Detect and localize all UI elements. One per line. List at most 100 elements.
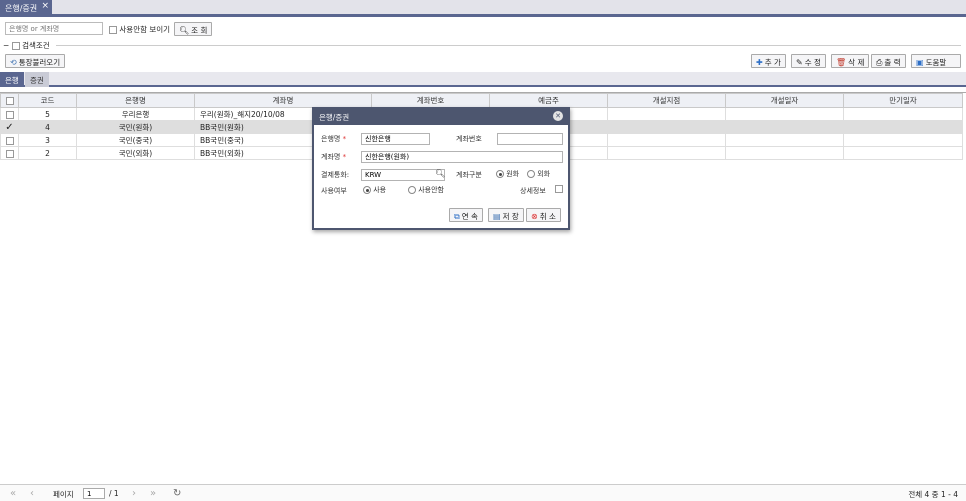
currency-label: 결제통화: xyxy=(321,171,350,179)
printer-icon: ⎙ xyxy=(876,58,883,67)
tab-label: 은행/증권 xyxy=(5,4,38,13)
add-button[interactable]: ✚ 추 가 xyxy=(751,54,786,68)
cell-code: 4 xyxy=(18,120,77,134)
collapse-icon: − xyxy=(3,41,10,50)
import-icon: ⟲ xyxy=(10,58,17,67)
cell-bank: 국민(중국) xyxy=(76,133,195,147)
bank-label: 은행명 * xyxy=(321,135,347,143)
cell-code: 3 xyxy=(18,133,77,147)
checkbox-icon[interactable] xyxy=(109,26,117,34)
cell-empty xyxy=(607,107,726,121)
top-tab-strip: 은행/증권 × xyxy=(0,0,966,17)
bank-dialog: 은행/증권 ✕ 은행명 * 계좌번호 계좌명 * 결제통화: 🔍︎ 계좌구분 원… xyxy=(312,107,570,230)
search-conditions[interactable]: − 검색조건 xyxy=(3,40,50,51)
divider xyxy=(56,45,961,46)
search-input[interactable] xyxy=(5,22,103,35)
toolbar: ⟲ 통장불러오기 ✚ 추 가 ✎ 수 정 🗑︎ 삭 제 ⎙ 출 력 ▣ 도움말 xyxy=(0,54,966,70)
edit-button[interactable]: ✎ 수 정 xyxy=(791,54,826,68)
tab-bank[interactable]: 은행 xyxy=(0,72,24,87)
last-page-icon[interactable]: » xyxy=(150,488,156,499)
account-no-label: 계좌번호 xyxy=(456,135,482,143)
trash-icon: 🗑︎ xyxy=(836,58,847,67)
cancel-icon: ⊗ xyxy=(531,212,538,221)
cell-empty xyxy=(607,133,726,147)
save-icon: ▤ xyxy=(493,212,501,221)
header-expiry-date[interactable]: 만기일자 xyxy=(843,93,963,108)
next-page-icon[interactable]: › xyxy=(132,488,136,499)
header-code[interactable]: 코드 xyxy=(18,93,77,108)
header-holder[interactable]: 예금주 xyxy=(489,93,608,108)
checkbox-icon[interactable] xyxy=(5,97,14,105)
header-branch[interactable]: 개설지점 xyxy=(607,93,726,108)
print-button[interactable]: ⎙ 출 력 xyxy=(871,54,906,68)
row-checkbox[interactable] xyxy=(0,133,19,147)
header-bank[interactable]: 은행명 xyxy=(76,93,195,108)
row-checkbox[interactable] xyxy=(0,107,19,121)
cell-empty xyxy=(843,107,963,121)
dialog-titlebar[interactable]: 은행/증권 ✕ xyxy=(314,109,568,125)
radio-icon[interactable] xyxy=(408,186,416,194)
account-name-label: 계좌명 * xyxy=(321,153,347,161)
delete-button[interactable]: 🗑︎ 삭 제 xyxy=(831,54,870,68)
close-icon[interactable]: ✕ xyxy=(553,111,563,121)
use-no-radio[interactable]: 사용안함 xyxy=(408,185,444,195)
first-page-icon[interactable]: « xyxy=(10,488,16,499)
checkbox-icon[interactable] xyxy=(5,136,14,145)
radio-selected-icon[interactable] xyxy=(496,170,504,178)
header-open-date[interactable]: 개설일자 xyxy=(725,93,844,108)
cancel-button[interactable]: ⊗ 취 소 xyxy=(526,208,561,222)
cell-empty xyxy=(607,120,726,134)
use-yes-radio[interactable]: 사용 xyxy=(363,185,386,195)
checkbox-icon[interactable] xyxy=(11,42,20,50)
checkbox-icon[interactable] xyxy=(5,110,14,119)
radio-selected-icon[interactable] xyxy=(363,186,371,194)
grid-header: 코드 은행명 계좌명 계좌번호 예금주 개설지점 개설일자 만기일자 xyxy=(0,93,963,108)
close-icon[interactable]: × xyxy=(41,1,49,11)
account-no-field[interactable] xyxy=(497,133,563,145)
continue-icon: ⧉ xyxy=(454,212,460,221)
cell-bank: 국민(원화) xyxy=(76,120,195,134)
dialog-title: 은행/증권 xyxy=(319,113,350,122)
continue-button[interactable]: ⧉ 연 속 xyxy=(449,208,483,222)
cell-empty xyxy=(725,107,844,121)
plus-icon: ✚ xyxy=(756,58,763,67)
checkbox-icon[interactable] xyxy=(555,185,563,193)
tab-bank-securities[interactable]: 은행/증권 × xyxy=(0,0,52,17)
page-input[interactable] xyxy=(83,488,105,499)
radio-icon[interactable] xyxy=(527,170,535,178)
page-label: 페이지 xyxy=(53,490,74,499)
detail-label: 상세정보 xyxy=(520,187,546,195)
cell-empty xyxy=(843,120,963,134)
prev-page-icon[interactable]: ‹ xyxy=(30,488,34,499)
header-select[interactable] xyxy=(0,93,19,108)
search-row: 사용안함 보이기 🔍︎조 회 xyxy=(5,22,305,36)
cell-empty xyxy=(843,133,963,147)
header-account-name[interactable]: 계좌명 xyxy=(194,93,372,108)
detail-checkbox[interactable] xyxy=(555,185,563,193)
account-type-label: 계좌구분 xyxy=(456,171,482,179)
account-name-field[interactable] xyxy=(361,151,563,163)
page-total: / 1 xyxy=(109,489,119,498)
help-icon: ▣ xyxy=(916,58,924,67)
row-checkbox[interactable]: ✓ xyxy=(0,120,19,134)
account-type-foreign-radio[interactable]: 외화 xyxy=(527,169,550,179)
search-icon[interactable]: 🔍︎ xyxy=(435,169,445,178)
account-type-won-radio[interactable]: 원화 xyxy=(496,169,519,179)
help-button[interactable]: ▣ 도움말 xyxy=(911,54,961,68)
cell-empty xyxy=(725,120,844,134)
show-unused-label: 사용안함 보이기 xyxy=(119,25,171,34)
checkbox-icon[interactable] xyxy=(5,149,14,158)
currency-field[interactable] xyxy=(361,169,445,181)
tab-securities[interactable]: 증권 xyxy=(25,72,49,87)
header-account-no[interactable]: 계좌번호 xyxy=(371,93,490,108)
refresh-icon[interactable]: ↻ xyxy=(173,488,181,499)
bank-field[interactable] xyxy=(361,133,430,145)
show-unused-toggle[interactable]: 사용안함 보이기 xyxy=(109,24,170,35)
checkmark-icon[interactable]: ✓ xyxy=(5,122,13,133)
query-button[interactable]: 🔍︎ 조 회 xyxy=(174,22,213,36)
save-button[interactable]: ▤ 저 장 xyxy=(488,208,524,222)
edit-icon: ✎ xyxy=(796,58,803,67)
row-checkbox[interactable] xyxy=(0,146,19,160)
import-passbook-button[interactable]: ⟲ 통장불러오기 xyxy=(5,54,66,68)
pager: « ‹ 페이지 / 1 › » ↻ 전체 4 중 1 - 4 xyxy=(0,484,966,501)
